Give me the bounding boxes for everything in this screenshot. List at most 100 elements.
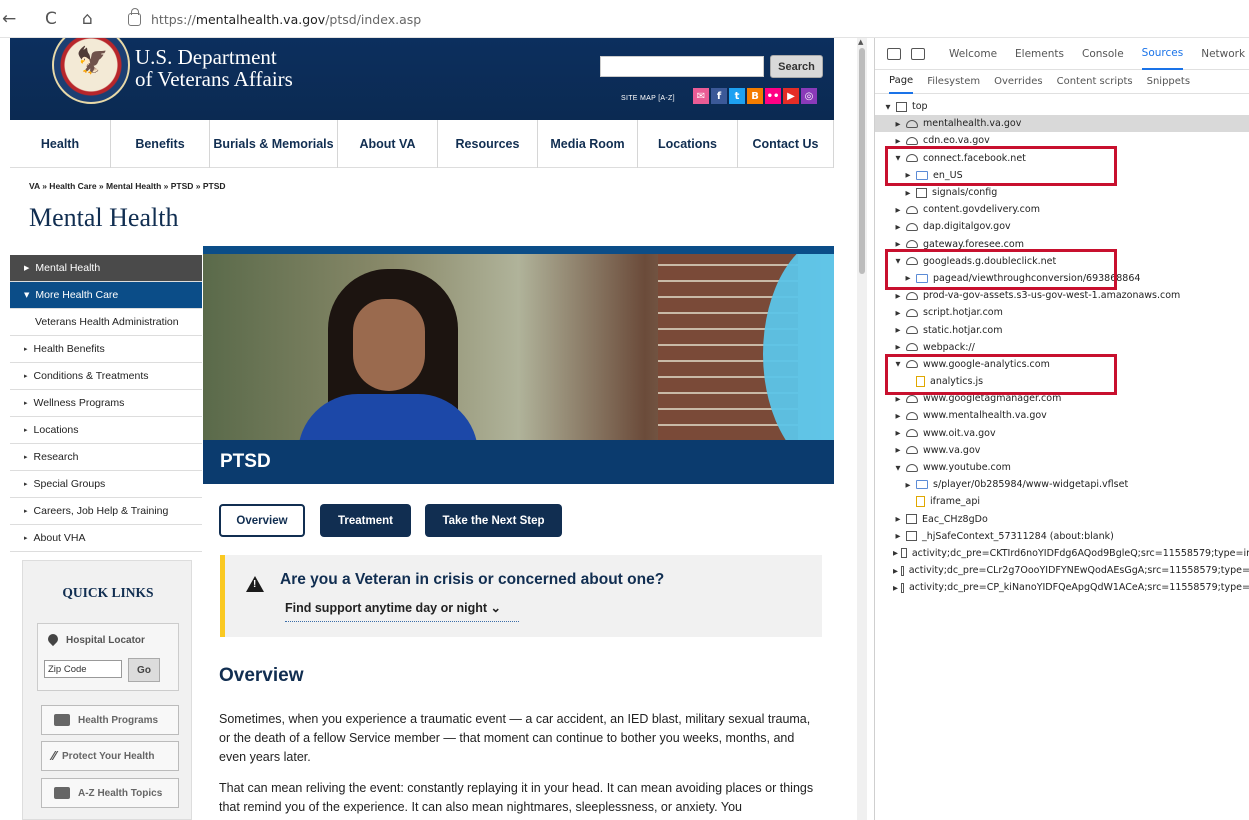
nav-item-health[interactable]: Health — [10, 120, 111, 168]
sidebar-item-locations[interactable]: ▸ Locations — [10, 417, 202, 444]
sidebar-item-special-groups[interactable]: ▸ Special Groups — [10, 471, 202, 498]
site-map-link[interactable]: SITE MAP [A-Z] — [621, 95, 675, 102]
tree-row[interactable]: ▶ script.hotjar.com — [875, 304, 1249, 321]
tree-row[interactable]: ▼ www.youtube.com — [875, 459, 1249, 476]
sidebar-item-research[interactable]: ▸ Research — [10, 444, 202, 471]
health-programs-button[interactable]: Health Programs — [41, 705, 179, 735]
sidebar-item-about-vha[interactable]: ▸ About VHA — [10, 525, 202, 552]
sidebar-item-careers-job-help-training[interactable]: ▸ Careers, Job Help & Training — [10, 498, 202, 525]
expand-toggle-icon[interactable]: ▶ — [893, 343, 903, 351]
tree-row[interactable]: ▶ s/player/0b285984/www-widgetapi.vflset — [875, 476, 1249, 493]
email-icon[interactable]: ✉ — [693, 88, 709, 104]
sources-subtab-page[interactable]: Page — [889, 70, 914, 94]
va-title[interactable]: U.S. Department of Veterans Affairs — [135, 46, 293, 90]
expand-toggle-icon[interactable]: ▶ — [893, 223, 903, 231]
expand-toggle-icon[interactable]: ▶ — [893, 326, 903, 334]
expand-toggle-icon[interactable]: ▶ — [893, 240, 903, 248]
expand-toggle-icon[interactable]: ▶ — [893, 206, 903, 214]
youtube-icon[interactable]: ▶ — [783, 88, 799, 104]
tree-row[interactable]: ▶ _hjSafeContext_57311284 (about:blank) — [875, 528, 1249, 545]
nav-item-contact-us[interactable]: Contact Us — [738, 120, 834, 168]
expand-toggle-icon[interactable]: ▶ — [903, 189, 913, 197]
expand-toggle-icon[interactable]: ▶ — [893, 446, 903, 454]
back-arrow-icon[interactable]: ← — [2, 9, 16, 29]
a-z-health-topics-button[interactable]: A-Z Health Topics — [41, 778, 179, 808]
sources-subtab-content-scripts[interactable]: Content scripts — [1057, 70, 1133, 94]
page-scrollbar[interactable]: ▲ — [857, 38, 867, 820]
expand-toggle-icon[interactable]: ▶ — [893, 137, 903, 145]
tree-row[interactable]: ▶ www.oit.va.gov — [875, 425, 1249, 442]
devtools-tab-sources[interactable]: Sources — [1141, 38, 1184, 70]
expand-toggle-icon[interactable]: ▶ — [893, 395, 903, 403]
expand-toggle-icon[interactable]: ▶ — [893, 309, 903, 317]
expand-toggle-icon[interactable]: ▶ — [893, 412, 903, 420]
reload-icon[interactable]: C — [45, 9, 57, 29]
tab-treatment[interactable]: Treatment — [320, 504, 411, 537]
tree-row[interactable]: ▶ activity;dc_pre=CLr2g7OooYIDFYNEwQodAEs… — [875, 562, 1249, 579]
tree-row[interactable]: ▶ signals/config — [875, 184, 1249, 201]
instagram-icon[interactable]: ◎ — [801, 88, 817, 104]
nav-item-resources[interactable]: Resources — [438, 120, 538, 168]
scroll-up-icon[interactable]: ▲ — [858, 38, 863, 46]
tree-row[interactable]: ▼ top — [875, 98, 1249, 115]
expand-toggle-icon[interactable]: ▶ — [893, 532, 903, 540]
expand-toggle-icon[interactable]: ▶ — [893, 120, 903, 128]
nav-item-locations[interactable]: Locations — [638, 120, 738, 168]
tree-row[interactable]: ▶ dap.digitalgov.gov — [875, 218, 1249, 235]
expand-toggle-icon[interactable]: ▶ — [893, 515, 903, 523]
tab-overview[interactable]: Overview — [219, 504, 305, 537]
scrollbar-thumb[interactable] — [859, 48, 865, 274]
flickr-icon[interactable]: •• — [765, 88, 781, 104]
expand-toggle-icon[interactable]: ▶ — [893, 292, 903, 300]
crisis-support-link[interactable]: Find support anytime day or night ⌄ — [285, 600, 519, 622]
tree-row[interactable]: ▶ www.mentalhealth.va.gov — [875, 407, 1249, 424]
sources-subtab-overrides[interactable]: Overrides — [994, 70, 1042, 94]
go-button[interactable]: Go — [128, 658, 160, 682]
nav-item-about-va[interactable]: About VA — [338, 120, 438, 168]
va-seal-logo[interactable] — [52, 38, 130, 104]
nav-item-benefits[interactable]: Benefits — [111, 120, 210, 168]
expand-toggle-icon[interactable]: ▼ — [893, 464, 903, 472]
expand-toggle-icon[interactable]: ▶ — [893, 584, 898, 592]
sidebar-item-mental-health[interactable]: ▶ Mental Health — [10, 255, 202, 282]
sidebar-item-conditions-treatments[interactable]: ▸ Conditions & Treatments — [10, 363, 202, 390]
sidebar-item-wellness-programs[interactable]: ▸ Wellness Programs — [10, 390, 202, 417]
tree-row[interactable]: ▶ www.va.gov — [875, 442, 1249, 459]
expand-toggle-icon[interactable]: ▶ — [893, 567, 898, 575]
tree-row[interactable]: iframe_api — [875, 493, 1249, 510]
zip-code-input[interactable]: Zip Code — [44, 660, 122, 678]
tree-row[interactable]: ▶ static.hotjar.com — [875, 321, 1249, 338]
devtools-tab-welcome[interactable]: Welcome — [949, 38, 997, 70]
expand-toggle-icon[interactable]: ▼ — [883, 103, 893, 111]
tree-row[interactable]: ▶ mentalhealth.va.gov — [875, 115, 1249, 133]
tree-row[interactable]: ▶ content.govdelivery.com — [875, 201, 1249, 218]
sources-subtab-snippets[interactable]: Snippets — [1147, 70, 1190, 94]
sources-subtab-filesystem[interactable]: Filesystem — [927, 70, 980, 94]
header-search-button[interactable]: Search — [770, 55, 823, 78]
devtools-tab-network[interactable]: Network — [1201, 38, 1245, 70]
sidebar-item-health-benefits[interactable]: ▸ Health Benefits — [10, 336, 202, 363]
tab-take-next-step[interactable]: Take the Next Step — [425, 504, 562, 537]
header-search-input[interactable] — [600, 56, 764, 77]
expand-toggle-icon[interactable]: ▶ — [893, 429, 903, 437]
protect-your-health-button[interactable]: ⁄⁄ Protect Your Health — [41, 741, 179, 771]
expand-toggle-icon[interactable]: ▶ — [893, 549, 898, 557]
expand-toggle-icon[interactable]: ▶ — [903, 481, 913, 489]
sidebar-item-more-health-care[interactable]: ▼ More Health Care — [10, 282, 202, 309]
nav-item-burials-memorials[interactable]: Burials & Memorials — [210, 120, 338, 168]
facebook-icon[interactable]: f — [711, 88, 727, 104]
tree-row[interactable]: ▶ activity;dc_pre=CP_kiNanoYIDFQeApgQdW1A… — [875, 579, 1249, 596]
tree-row[interactable]: ▶ Eac_CHz8gDo — [875, 511, 1249, 528]
address-bar[interactable]: https://mentalhealth.va.gov/ptsd/index.a… — [118, 6, 838, 32]
blogger-icon[interactable]: B — [747, 88, 763, 104]
nav-item-media-room[interactable]: Media Room — [538, 120, 638, 168]
home-icon[interactable]: ⌂ — [82, 9, 93, 29]
breadcrumb[interactable]: VA » Health Care » Mental Health » PTSD … — [29, 181, 226, 191]
inspect-icon[interactable] — [887, 47, 901, 60]
tree-row[interactable]: ▶ activity;dc_pre=CKTIrd6noYIDFdg6AQod9Bg… — [875, 545, 1249, 562]
sidebar-item-veterans-health-administration[interactable]: Veterans Health Administration — [10, 309, 202, 336]
device-toggle-icon[interactable] — [911, 47, 925, 60]
devtools-tab-console[interactable]: Console — [1082, 38, 1124, 70]
devtools-tab-elements[interactable]: Elements — [1015, 38, 1064, 70]
twitter-icon[interactable]: t — [729, 88, 745, 104]
